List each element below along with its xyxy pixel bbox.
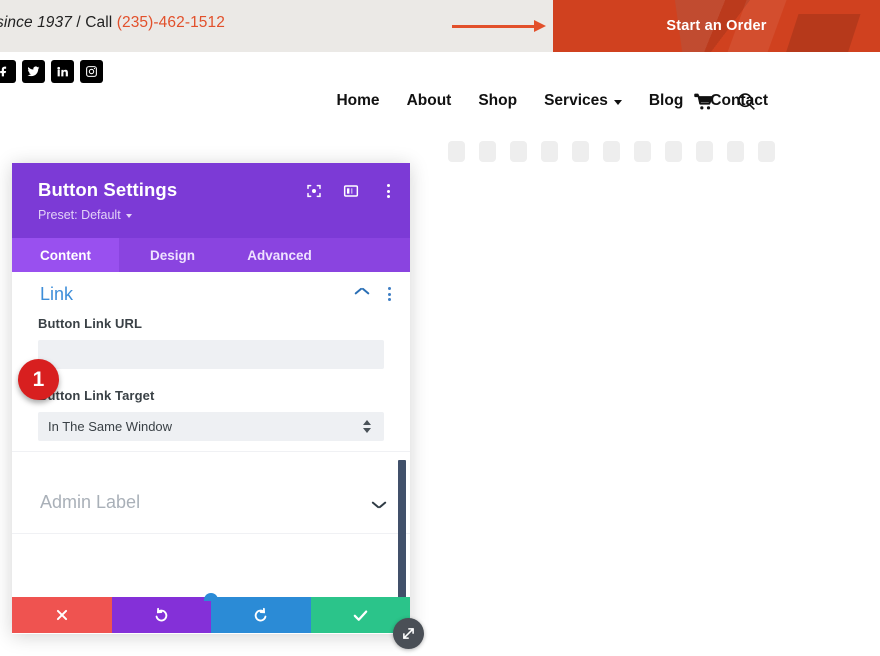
kebab-menu-icon[interactable] — [382, 287, 396, 301]
modal-action-bar — [12, 593, 410, 633]
phone-link[interactable]: (235)-462-1512 — [117, 14, 225, 31]
twitter-icon[interactable] — [22, 60, 45, 83]
button-link-target-field: Button Link Target In The Same Window — [12, 388, 410, 441]
tab-design[interactable]: Design — [119, 238, 226, 272]
button-link-url-label: Button Link URL — [38, 316, 143, 331]
kebab-dot — [386, 184, 390, 187]
linkedin-icon[interactable] — [51, 60, 74, 83]
button-link-target-select-wrap: In The Same Window — [38, 412, 384, 441]
focus-target-icon[interactable] — [306, 183, 322, 199]
button-link-target-select[interactable]: In The Same Window — [38, 412, 384, 441]
selected-option: In The Same Window — [48, 419, 173, 434]
placeholder-block — [696, 141, 713, 162]
placeholder-block — [448, 141, 465, 162]
tab-advanced[interactable]: Advanced — [226, 238, 333, 272]
content-placeholder-row — [448, 141, 775, 162]
instagram-icon[interactable] — [80, 60, 103, 83]
nav-label: Home — [336, 92, 380, 109]
placeholder-block — [510, 141, 527, 162]
link-section: Link Button Link URL Button Link Target — [12, 272, 410, 452]
tagline-separator: / Call — [71, 14, 117, 31]
admin-label-title: Admin Label — [40, 492, 141, 512]
kebab-dot — [386, 195, 390, 198]
kebab-dot — [387, 297, 391, 301]
search-icon[interactable] — [736, 91, 757, 117]
modal-tab-bar: Content Design Advanced — [12, 238, 410, 272]
select-stepper-icon — [363, 420, 372, 433]
start-an-order-button[interactable]: Start an Order — [553, 0, 880, 52]
placeholder-block — [479, 141, 496, 162]
modal-header-actions — [306, 183, 396, 199]
social-icon-list — [0, 60, 103, 83]
placeholder-block — [665, 141, 682, 162]
preset-label: Preset: Default — [38, 208, 121, 222]
page-title: Button Settings — [38, 179, 178, 200]
cta-label: Start an Order — [666, 18, 767, 34]
modal-header: Button Settings Preset: Default — [12, 163, 410, 238]
action-bar-notch — [204, 593, 218, 601]
button-link-url-input[interactable] — [38, 340, 384, 369]
link-section-title: Link — [40, 283, 74, 304]
nav-label: Services — [544, 92, 608, 109]
field-spacer — [12, 369, 410, 388]
cart-icon[interactable] — [693, 92, 714, 117]
kebab-menu-icon[interactable] — [380, 184, 396, 198]
placeholder-block — [758, 141, 775, 162]
tagline-italic: since 1937 — [0, 14, 72, 31]
placeholder-block — [572, 141, 589, 162]
nav-item-services[interactable]: Services — [544, 92, 622, 110]
nav-item-blog[interactable]: Blog — [649, 92, 683, 110]
nav-label: About — [406, 92, 452, 109]
nav-item-about[interactable]: About — [407, 92, 452, 110]
nav-item-shop[interactable]: Shop — [478, 92, 517, 110]
diagonal-resize-icon[interactable] — [393, 618, 424, 649]
kebab-dot — [386, 189, 390, 193]
facebook-icon[interactable] — [0, 60, 16, 83]
kebab-dot — [387, 292, 391, 296]
admin-label-section[interactable]: Admin Label — [12, 472, 410, 534]
arrow-head — [534, 20, 546, 32]
placeholder-block — [603, 141, 620, 162]
nav-label: Blog — [648, 92, 684, 109]
chevron-down-icon — [613, 100, 622, 105]
kebab-dot — [387, 287, 391, 291]
button-link-target-label: Button Link Target — [38, 388, 155, 403]
topbar-tagline: since 1937 / Call (235)-462-1512 — [0, 14, 225, 32]
red-pointer-arrow — [452, 18, 552, 34]
site-topbar: since 1937 / Call (235)-462-1512 Start a… — [0, 0, 880, 52]
nav-label: Shop — [478, 92, 518, 109]
arrow-line — [452, 25, 540, 28]
placeholder-block — [727, 141, 744, 162]
chevron-down-icon — [125, 214, 132, 218]
chevron-up-icon[interactable] — [355, 290, 369, 299]
preset-selector[interactable]: Preset: Default — [38, 208, 132, 222]
undo-button[interactable] — [111, 597, 211, 633]
placeholder-block — [634, 141, 651, 162]
button-settings-modal: Button Settings Preset: Default Content … — [12, 163, 410, 634]
button-link-url-field: Button Link URL — [12, 316, 410, 369]
redo-button[interactable] — [211, 597, 311, 633]
cancel-button[interactable] — [12, 597, 112, 633]
page-root: since 1937 / Call (235)-462-1512 Start a… — [0, 0, 880, 656]
step-badge-1: 1 — [18, 359, 59, 400]
chevron-down-icon[interactable] — [372, 498, 386, 507]
tab-content[interactable]: Content — [12, 238, 119, 272]
layout-panel-icon[interactable] — [343, 183, 359, 199]
modal-body: Link Button Link URL Button Link Target — [12, 272, 410, 634]
placeholder-block — [541, 141, 558, 162]
link-section-header[interactable]: Link — [12, 272, 410, 316]
nav-item-home[interactable]: Home — [336, 92, 379, 110]
